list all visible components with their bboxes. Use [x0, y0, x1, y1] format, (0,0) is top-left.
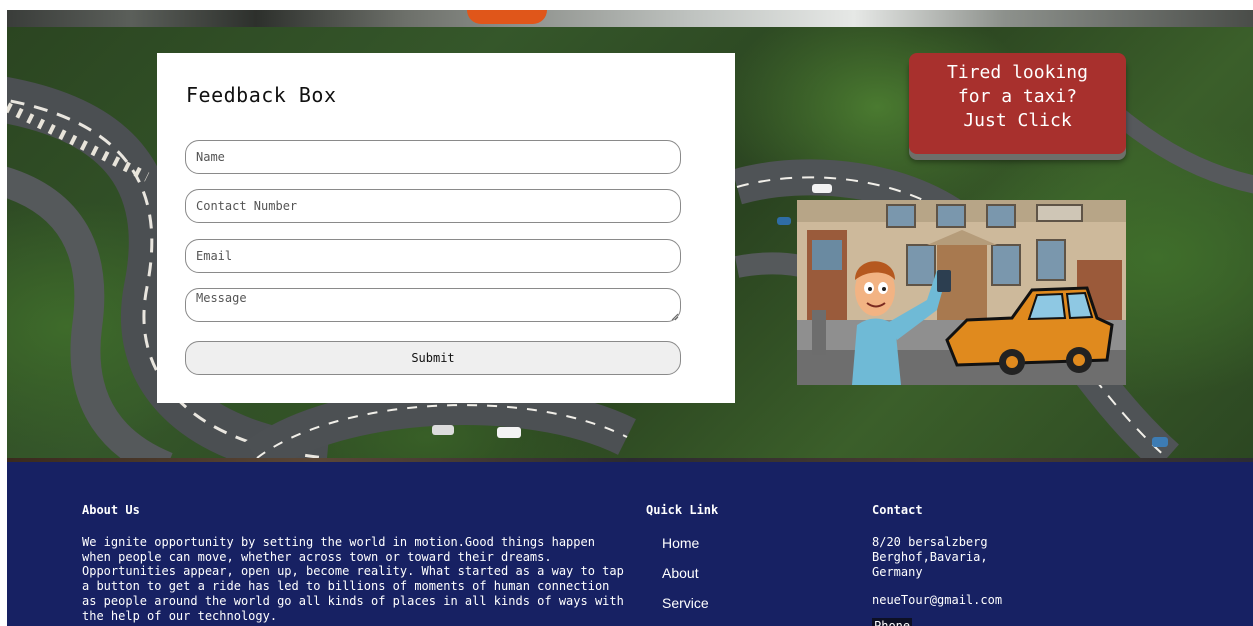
quick-link-home[interactable]: Home: [662, 535, 709, 565]
about-us-text: We ignite opportunity by setting the wor…: [82, 535, 624, 623]
footer: About Us We ignite opportunity by settin…: [7, 458, 1253, 626]
contact-number-input[interactable]: [185, 189, 681, 223]
contact-heading: Contact: [872, 503, 923, 517]
contact-phone: Phone: [872, 618, 913, 626]
callout-line-3: Just Click: [963, 110, 1072, 131]
top-strip-accent: [467, 10, 547, 24]
taxi-callout[interactable]: Tired looking for a taxi? Just Click: [909, 53, 1126, 154]
address-line-1: 8/20 bersalzberg: [872, 535, 988, 549]
quick-link-heading: Quick Link: [646, 503, 719, 517]
callout-line-2: for a taxi?: [957, 86, 1078, 107]
address-line-2: Berghof,Bavaria,: [872, 550, 988, 564]
resize-handle-icon[interactable]: [671, 313, 679, 321]
quick-link-service[interactable]: Service: [662, 595, 709, 625]
submit-button[interactable]: Submit: [185, 341, 681, 375]
feedback-form: Feedback Box Submit: [157, 53, 735, 403]
message-textarea[interactable]: [185, 288, 681, 322]
email-input[interactable]: [185, 239, 681, 273]
taxi-illustration[interactable]: [797, 200, 1126, 385]
contact-email[interactable]: neueTour@gmail.com: [872, 593, 1002, 607]
top-image-strip: [7, 10, 1253, 27]
footer-top-edge: [7, 458, 1253, 462]
taxi-cartoon-image: [797, 200, 1126, 385]
address-line-3: Germany: [872, 565, 923, 579]
feedback-title: Feedback Box: [186, 83, 337, 107]
about-us-heading: About Us: [82, 503, 140, 517]
quick-link-about[interactable]: About: [662, 565, 709, 595]
contact-address: 8/20 bersalzberg Berghof,Bavaria, German…: [872, 535, 988, 580]
quick-link-list: Home About Service: [662, 535, 709, 625]
callout-line-1: Tired looking: [947, 62, 1088, 83]
name-input[interactable]: [185, 140, 681, 174]
